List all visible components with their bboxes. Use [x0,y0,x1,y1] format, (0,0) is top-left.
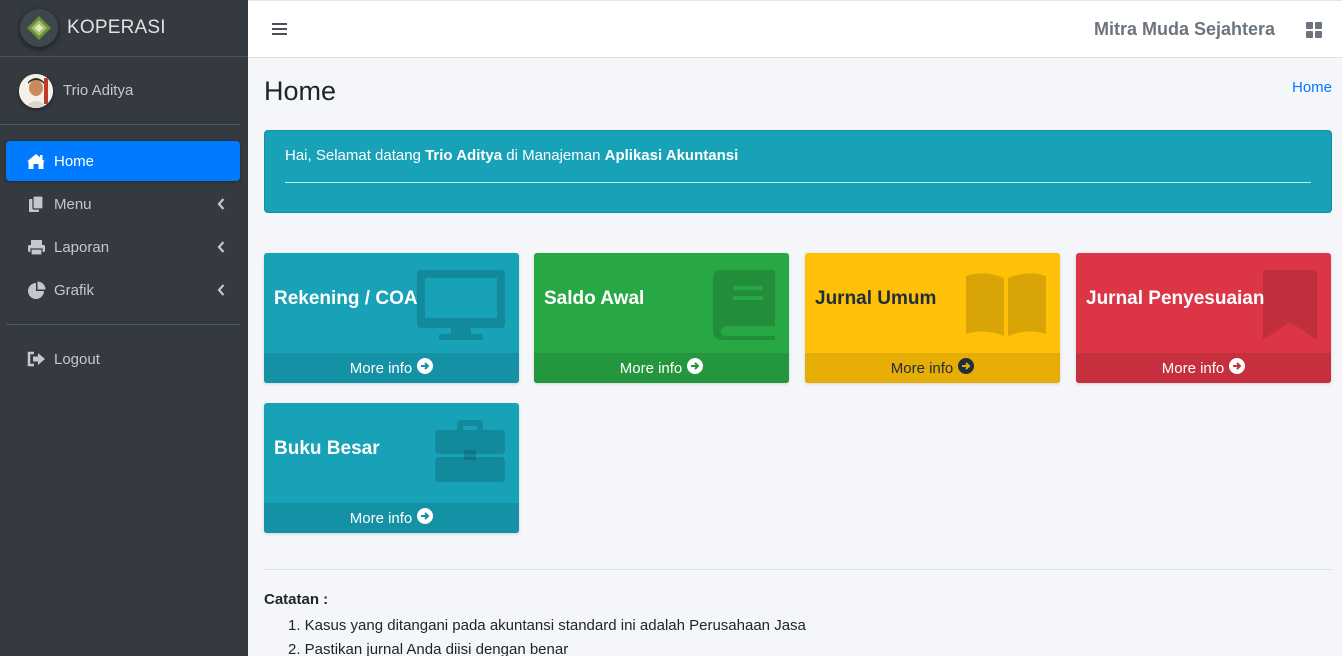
more-info-link[interactable]: More info [534,353,789,383]
sidebar-item-label: Laporan [54,238,110,256]
brand-link[interactable]: KOPERASI [0,0,248,57]
copy-icon [26,195,46,213]
sidebar-item-grafik[interactable]: Grafik [6,270,240,310]
more-info-link[interactable]: More info [264,503,519,533]
chevron-left-icon [217,283,225,300]
more-info-link[interactable]: More info [805,353,1060,383]
hamburger-menu-icon[interactable] [272,22,287,40]
more-info-link[interactable]: More info [264,353,519,383]
arrow-circle-right-icon [1229,358,1246,378]
welcome-divider [285,182,1311,183]
box-jurnal-umum: Jurnal Umum More info [805,253,1060,383]
user-panel: Trio Aditya [0,57,240,125]
company-name: Mitra Muda Sejahtera [1093,19,1275,39]
more-info-label: More info [349,359,413,377]
sidebar-item-label: Home [54,152,95,170]
box-buku-besar: Buku Besar More info [264,403,519,533]
chevron-left-icon [217,197,225,214]
box-saldo-awal: Saldo Awal More info [534,253,789,383]
book-icon [713,270,775,344]
more-info-label: More info [619,359,683,377]
sidebar-divider [6,324,240,325]
welcome-user: Trio Aditya [425,147,503,164]
more-info-link[interactable]: More info [1076,353,1331,383]
notes-title: Catatan : [264,591,329,608]
sidebar-item-laporan[interactable]: Laporan [6,227,240,267]
box-rekening-coa: Rekening / COA More info [264,253,519,383]
sidebar: KOPERASI Trio Aditya Home Menu Laporan G… [0,0,248,656]
brand-name: KOPERASI [67,17,166,38]
arrow-circle-right-icon [958,358,975,378]
box-title: Jurnal Penyesuaian [1086,288,1265,309]
chevron-left-icon [217,240,225,257]
box-title: Jurnal Umum [815,288,937,309]
more-info-label: More info [1161,359,1225,377]
arrow-circle-right-icon [687,358,704,378]
sidebar-nav: Home Menu Laporan Grafik Logout [0,125,248,379]
arrow-circle-right-icon [417,358,434,378]
grid-icon[interactable] [1306,22,1322,42]
arrow-circle-right-icon [417,508,434,528]
pie-chart-icon [26,281,46,299]
print-icon [26,238,46,256]
sidebar-item-menu[interactable]: Menu [6,184,240,224]
list-item: 2. Pastikan jurnal Anda diisi dengan ben… [288,641,569,656]
sidebar-item-label: Grafik [54,281,95,299]
briefcase-icon [435,420,505,486]
welcome-callout: Hai, Selamat datang Trio Aditya di Manaj… [264,130,1332,213]
sidebar-item-logout[interactable]: Logout [6,339,240,379]
breadcrumb[interactable]: Home [1292,79,1332,96]
more-info-label: More info [349,509,413,527]
welcome-prefix: Hai, Selamat datang [285,147,426,164]
open-book-icon [966,270,1046,340]
avatar[interactable] [19,73,53,108]
box-title: Rekening / COA [274,288,418,309]
notes-list: 1. Kasus yang ditangani pada akuntansi s… [288,614,806,656]
user-name[interactable]: Trio Aditya [63,82,133,99]
box-title: Saldo Awal [544,288,645,309]
desktop-icon [417,270,505,344]
top-navbar: Mitra Muda Sejahtera [248,0,1342,58]
bookmark-icon [1263,270,1317,344]
welcome-text: Hai, Selamat datang Trio Aditya di Manaj… [285,147,1311,164]
welcome-middle: di Manajeman [502,147,605,164]
sign-out-icon [26,350,46,368]
home-icon [26,152,46,170]
notes-divider [264,569,1332,570]
brand-logo-icon [20,9,58,47]
more-info-label: More info [890,359,954,377]
box-jurnal-penyesuaian: Jurnal Penyesuaian More info [1076,253,1331,383]
list-item: 1. Kasus yang ditangani pada akuntansi s… [288,617,806,634]
page-title: Home [264,76,337,106]
box-title: Buku Besar [274,438,380,459]
sidebar-item-home[interactable]: Home [6,141,240,181]
sidebar-item-label: Logout [54,350,100,368]
sidebar-item-label: Menu [54,195,92,213]
welcome-app: Aplikasi Akuntansi [604,147,739,164]
